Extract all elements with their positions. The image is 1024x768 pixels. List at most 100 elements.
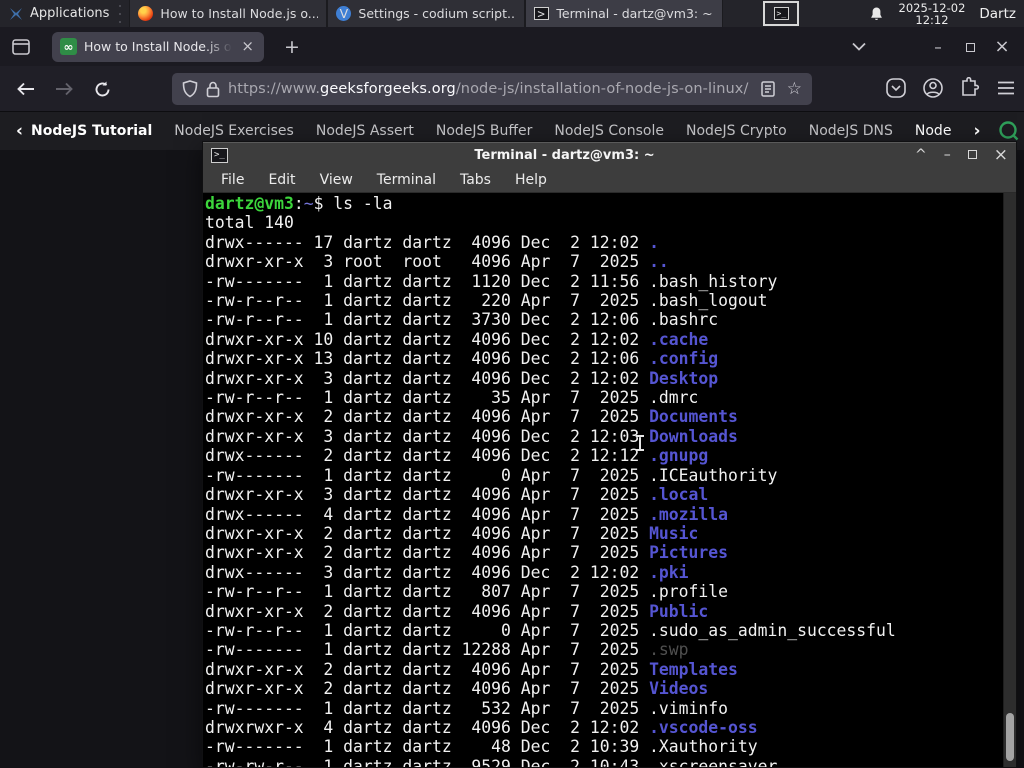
- clock[interactable]: 2025-12-02 12:12: [899, 2, 966, 26]
- terminal-icon: >_: [773, 7, 789, 20]
- terminal-titlebar[interactable]: >_ Terminal - dartz@vm3: ~ ^ – ×: [203, 142, 1016, 167]
- site-nav-link[interactable]: NodeJS Crypto: [686, 123, 787, 139]
- desktop: Applications How to Install Node.js o...…: [0, 0, 1024, 768]
- terminal-line: -rw------- 1 dartz dartz 532 Apr 7 2025 …: [205, 698, 729, 718]
- window-maximize-button[interactable]: [954, 38, 986, 56]
- terminal-menubar: File Edit View Terminal Tabs Help: [203, 167, 1016, 193]
- url-bar[interactable]: https://www.geeksforgeeks.org/node-js/in…: [172, 73, 812, 105]
- terminal-line: drwxrwxr-x 4 dartz dartz 4096 Dec 2 12:0…: [205, 717, 758, 737]
- taskbar-item-label: How to Install Node.js o...: [160, 6, 319, 21]
- mouse-ibeam-cursor: [635, 433, 645, 453]
- urlbar-actions: ☆: [761, 79, 802, 99]
- terminal-line: drwxr-xr-x 13 dartz dartz 4096 Dec 2 12:…: [205, 349, 719, 369]
- terminal-line: drwx------ 4 dartz dartz 4096 Apr 7 2025…: [205, 504, 729, 524]
- search-icon[interactable]: [998, 120, 1020, 142]
- terminal-line: drwxr-xr-x 3 dartz dartz 4096 Apr 7 2025…: [205, 485, 709, 505]
- navigation-toolbar: https://www.geeksforgeeks.org/node-js/in…: [0, 66, 1024, 112]
- new-tab-button[interactable]: +: [278, 36, 306, 58]
- panel-separator: [117, 4, 123, 23]
- terminal-window: >_ Terminal - dartz@vm3: ~ ^ – × File Ed…: [202, 141, 1017, 768]
- terminal-output: dartz@vm3:~$ ls -la total 140 drwx------ 1…: [205, 194, 1016, 767]
- terminal-line: -rw-r--r-- 1 dartz dartz 220 Apr 7 2025 …: [205, 291, 768, 311]
- toolbar-right-icons: [885, 77, 1016, 99]
- reload-button[interactable]: [90, 77, 114, 101]
- url-path: /node-js/installation-of-node-js-on-linu…: [455, 81, 749, 97]
- terminal-line: drwxr-xr-x 3 dartz dartz 4096 Dec 2 12:0…: [205, 426, 738, 446]
- site-nav-link[interactable]: NodeJS Console: [554, 123, 664, 139]
- firefox-icon: [138, 6, 154, 21]
- scrollbar-thumb[interactable]: [1006, 713, 1014, 761]
- clock-date: 2025-12-02: [898, 0, 966, 15]
- taskbar-item-terminal[interactable]: >_ Terminal - dartz@vm3: ~: [525, 0, 724, 27]
- terminal-line: -rw------- 1 dartz dartz 0 Apr 7 2025 .I…: [205, 465, 778, 485]
- pocket-save-icon[interactable]: [885, 77, 907, 99]
- tray-terminal-icon[interactable]: >_: [763, 1, 799, 26]
- terminal-line: drwxr-xr-x 2 dartz dartz 4096 Apr 7 2025…: [205, 659, 738, 679]
- lock-icon[interactable]: [206, 81, 220, 98]
- account-icon[interactable]: [922, 77, 944, 99]
- url-text[interactable]: https://www.geeksforgeeks.org/node-js/in…: [228, 81, 753, 97]
- back-button[interactable]: [14, 77, 38, 101]
- site-nav-primary[interactable]: ‹ NodeJS Tutorial: [16, 121, 152, 141]
- clock-time: 12:12: [915, 12, 949, 27]
- maximize-button[interactable]: [967, 148, 977, 162]
- site-nav-link[interactable]: NodeJS DNS: [809, 123, 893, 139]
- panel-status-area: 2025-12-02 12:12 Dartz: [868, 2, 1024, 26]
- top-panel: Applications How to Install Node.js o...…: [0, 0, 1024, 27]
- menu-file[interactable]: File: [211, 172, 254, 188]
- terminal-line: -rw------- 1 dartz dartz 1120 Dec 2 11:5…: [205, 271, 778, 291]
- terminal-title: Terminal - dartz@vm3: ~: [474, 147, 655, 163]
- taskbar-item-label: Terminal - dartz@vm3: ~: [556, 6, 713, 21]
- forward-button[interactable]: [52, 77, 76, 101]
- applications-logo-icon: [10, 7, 22, 20]
- tab-close-icon[interactable]: ×: [239, 39, 256, 54]
- chevron-right-icon[interactable]: ›: [973, 121, 980, 141]
- site-nav-link[interactable]: Node: [915, 123, 952, 139]
- terminal-line: drwxr-xr-x 2 dartz dartz 4096 Apr 7 2025…: [205, 601, 709, 621]
- geeksforgeeks-favicon-icon: ∞: [60, 38, 77, 55]
- terminal-line: -rw-r--r-- 1 dartz dartz 0 Apr 7 2025 .s…: [205, 620, 896, 640]
- terminal-body[interactable]: dartz@vm3:~$ ls -la total 140 drwx------ 1…: [203, 193, 1016, 767]
- minimize-button[interactable]: –: [944, 148, 951, 162]
- taskbar-item-label: Settings - codium script...: [358, 6, 517, 21]
- url-protocol: https://www.: [228, 81, 321, 97]
- vscodium-icon: V: [336, 6, 352, 21]
- notification-bell-icon[interactable]: [868, 5, 885, 22]
- terminal-line: drwxr-xr-x 10 dartz dartz 4096 Dec 2 12:…: [205, 329, 709, 349]
- menu-tabs[interactable]: Tabs: [450, 172, 501, 188]
- extensions-icon[interactable]: [959, 77, 981, 99]
- terminal-scrollbar[interactable]: [1003, 193, 1016, 767]
- close-button[interactable]: ×: [994, 147, 1008, 164]
- terminal-line: drwxr-xr-x 3 dartz dartz 4096 Dec 2 12:0…: [205, 368, 719, 388]
- site-nav-link[interactable]: NodeJS Buffer: [436, 123, 533, 139]
- tab-geeksforgeeks[interactable]: ∞ How to Install Node.js on ×: [52, 31, 264, 62]
- menu-help[interactable]: Help: [505, 172, 557, 188]
- firefox-view-icon[interactable]: [6, 33, 36, 61]
- chevron-left-icon[interactable]: ‹: [16, 121, 23, 141]
- menu-view[interactable]: View: [310, 172, 363, 188]
- taskbar-item-firefox[interactable]: How to Install Node.js o...: [129, 0, 328, 27]
- terminal-line: drwx------ 3 dartz dartz 4096 Dec 2 12:0…: [205, 562, 689, 582]
- terminal-line: -rw-r--r-- 1 dartz dartz 3730 Dec 2 12:0…: [205, 310, 719, 330]
- reader-mode-icon[interactable]: [761, 81, 775, 97]
- site-nav-primary-label: NodeJS Tutorial: [31, 123, 153, 139]
- terminal-line: drwx------ 2 dartz dartz 4096 Dec 2 12:1…: [205, 446, 709, 466]
- menu-edit[interactable]: Edit: [258, 172, 305, 188]
- site-nav-link[interactable]: NodeJS Exercises: [174, 123, 294, 139]
- window-close-button[interactable]: ×: [986, 36, 1018, 57]
- tabbar-controls: – ×: [842, 36, 1018, 57]
- tab-bar: ∞ How to Install Node.js on × + – ×: [0, 27, 1024, 66]
- bookmark-star-icon[interactable]: ☆: [787, 79, 802, 99]
- site-nav-link[interactable]: NodeJS Assert: [316, 123, 414, 139]
- applications-menu-button[interactable]: Applications: [0, 0, 117, 27]
- taskbar-item-vscodium[interactable]: V Settings - codium script...: [327, 0, 526, 27]
- maximize-box-icon: [965, 42, 975, 52]
- terminal-line: -rw------- 1 dartz dartz 12288 Apr 7 202…: [205, 640, 689, 660]
- menu-terminal[interactable]: Terminal: [367, 172, 446, 188]
- terminal-line: drwx------ 17 dartz dartz 4096 Dec 2 12:…: [205, 232, 659, 252]
- hamburger-menu-icon[interactable]: [996, 80, 1016, 96]
- window-minimize-button[interactable]: –: [922, 38, 954, 56]
- session-user-label: Dartz: [979, 5, 1016, 22]
- list-all-tabs-icon[interactable]: [842, 42, 876, 51]
- tracking-shield-icon[interactable]: [182, 80, 198, 98]
